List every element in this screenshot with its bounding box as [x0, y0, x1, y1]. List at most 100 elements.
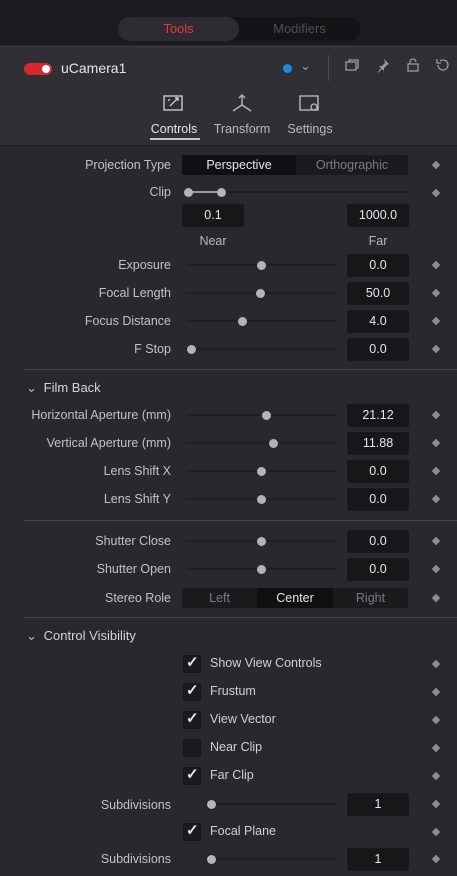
focal-plane-checkbox[interactable]: ✓ [183, 822, 201, 841]
chevron-down-icon: ⌄ [26, 628, 37, 643]
keyframe-diamond[interactable] [431, 288, 441, 298]
keyframe-diamond[interactable] [431, 494, 441, 504]
clip-far-field[interactable]: 1000.0 [347, 204, 409, 227]
stereo-center-option[interactable]: Center [257, 588, 333, 608]
subdivisions-slider-handle[interactable] [207, 855, 216, 864]
vertical-aperture-mm-slider[interactable] [186, 442, 336, 444]
projection-perspective-option[interactable]: Perspective [182, 155, 296, 175]
keyframe-diamond[interactable] [431, 160, 441, 170]
show-view-controls-checkbox[interactable]: ✓ [183, 654, 201, 673]
clip-far-handle[interactable] [217, 188, 226, 197]
f-stop-slider[interactable] [186, 348, 336, 350]
node-name: uCamera1 [61, 60, 127, 76]
film-back-header[interactable]: ⌄ Film Back [26, 380, 101, 396]
focus-distance-slider-handle[interactable] [237, 317, 247, 326]
exposure-label: Exposure [118, 258, 171, 272]
lock-icon[interactable] [405, 57, 421, 73]
pin-icon[interactable] [375, 57, 391, 73]
lens-shift-x-slider-handle[interactable] [257, 467, 266, 476]
reset-icon[interactable] [435, 57, 451, 73]
keyframe-diamond[interactable] [431, 799, 441, 809]
projection-type-label: Projection Type [85, 158, 171, 172]
node-color-chip[interactable] [283, 64, 292, 73]
shutter-open-slider-handle[interactable] [257, 565, 266, 574]
lens-shift-x-field[interactable]: 0.0 [347, 460, 409, 483]
transform-icon [229, 93, 255, 115]
keyframe-diamond[interactable] [431, 715, 441, 725]
section-divider [24, 617, 457, 618]
exposure-field[interactable]: 0.0 [347, 254, 409, 277]
subdivisions-field[interactable]: 1 [347, 793, 409, 816]
exposure-slider-handle[interactable] [257, 261, 266, 270]
keyframe-diamond[interactable] [431, 188, 441, 198]
f-stop-field[interactable]: 0.0 [347, 338, 409, 361]
horizontal-aperture-mm-slider-handle[interactable] [261, 411, 271, 420]
keyframe-diamond[interactable] [431, 316, 441, 326]
frustum-checkbox[interactable]: ✓ [183, 682, 201, 701]
subdivisions-field[interactable]: 1 [347, 848, 409, 871]
lens-shift-y-field[interactable]: 0.0 [347, 488, 409, 511]
horizontal-aperture-mm-label: Horizontal Aperture (mm) [31, 408, 171, 422]
clip-near-handle[interactable] [184, 188, 193, 197]
active-tab-indicator [150, 138, 200, 140]
keyframe-diamond[interactable] [431, 536, 441, 546]
keyframe-diamond[interactable] [431, 687, 441, 697]
vertical-aperture-mm-label: Vertical Aperture (mm) [46, 436, 171, 450]
near-clip-label: Near Clip [210, 740, 263, 754]
tools-tab[interactable]: Tools [118, 17, 239, 41]
keyframe-diamond[interactable] [431, 466, 441, 476]
keyframe-diamond[interactable] [431, 593, 441, 603]
view-vector-checkbox[interactable]: ✓ [183, 710, 201, 729]
horizontal-aperture-mm-field[interactable]: 21.12 [347, 404, 409, 427]
tab-settings[interactable]: Settings [282, 93, 338, 139]
keyframe-diamond[interactable] [431, 564, 441, 574]
shutter-close-slider-handle[interactable] [257, 537, 266, 546]
keyframe-diamond[interactable] [431, 260, 441, 270]
section-divider [24, 369, 457, 370]
focus-distance-field[interactable]: 4.0 [347, 310, 409, 333]
keyframe-diamond[interactable] [431, 659, 441, 669]
keyframe-diamond[interactable] [431, 344, 441, 354]
vertical-aperture-mm-slider-handle[interactable] [269, 439, 278, 448]
lens-shift-y-label: Lens Shift Y [103, 492, 171, 506]
tools-modifiers-switch: Tools Modifiers [118, 17, 360, 41]
stereo-right-option[interactable]: Right [333, 588, 408, 608]
focal-length-label: Focal Length [98, 286, 171, 300]
keyframe-diamond[interactable] [431, 854, 441, 864]
stereo-left-option[interactable]: Left [182, 588, 257, 608]
keyframe-diamond[interactable] [431, 771, 441, 781]
f-stop-slider-handle[interactable] [186, 345, 196, 354]
focal-length-slider-handle[interactable] [255, 289, 265, 298]
keyframe-diamond[interactable] [431, 438, 441, 448]
f-stop-label: F Stop [134, 342, 171, 356]
near-clip-checkbox[interactable] [183, 739, 201, 757]
shutter-close-field[interactable]: 0.0 [347, 530, 409, 553]
clip-near-label: Near [199, 234, 227, 248]
focal-length-field[interactable]: 50.0 [347, 282, 409, 305]
clip-near-field[interactable]: 0.1 [182, 204, 244, 227]
checkmark-icon: ✓ [186, 766, 199, 783]
subdivisions-slider[interactable] [210, 803, 336, 805]
keyframe-diamond[interactable] [431, 743, 441, 753]
focus-distance-slider[interactable] [186, 320, 336, 322]
version-icon[interactable] [344, 57, 360, 73]
modifiers-tab[interactable]: Modifiers [239, 17, 360, 41]
far-clip-checkbox[interactable]: ✓ [183, 766, 201, 785]
chevron-down-icon[interactable]: ⌄ [300, 58, 311, 74]
tab-controls[interactable]: Controls [146, 93, 202, 139]
subdivisions-slider[interactable] [210, 858, 336, 860]
control-visibility-header[interactable]: ⌄ Control Visibility [26, 628, 136, 644]
lens-shift-y-slider-handle[interactable] [257, 495, 266, 504]
node-enable-toggle[interactable] [24, 63, 52, 75]
subdivisions-slider-handle[interactable] [207, 800, 216, 809]
keyframe-diamond[interactable] [431, 827, 441, 837]
checkmark-icon: ✓ [186, 682, 199, 699]
projection-orthographic-option[interactable]: Orthographic [296, 155, 408, 175]
checkmark-icon: ✓ [186, 710, 199, 727]
keyframe-diamond[interactable] [431, 410, 441, 420]
shutter-open-field[interactable]: 0.0 [347, 558, 409, 581]
inspector-tab-bar: Controls Transform Settings [0, 89, 457, 146]
tab-transform[interactable]: Transform [209, 93, 275, 139]
vertical-aperture-mm-field[interactable]: 11.88 [347, 432, 409, 455]
far-clip-label: Far Clip [210, 768, 254, 782]
